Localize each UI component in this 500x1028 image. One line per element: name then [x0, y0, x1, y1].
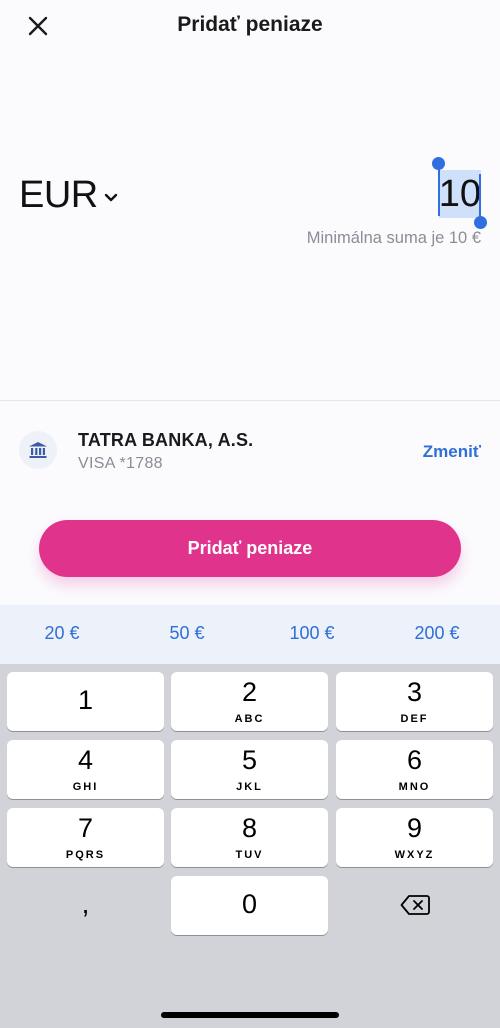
- key-comma[interactable]: ,: [7, 876, 164, 935]
- quick-amount-20[interactable]: 20 €: [22, 623, 102, 644]
- key-7[interactable]: 7 PQRS: [7, 808, 164, 867]
- payment-method-row: TATRA BANKA, A.S. VISA *1788 Zmeniť: [0, 401, 500, 501]
- minimum-amount-note: Minimálna suma je 10 €: [306, 229, 481, 247]
- change-payment-method-link[interactable]: Zmeniť: [423, 442, 481, 462]
- header: Pridať peniaze: [0, 0, 500, 52]
- amount-field[interactable]: [432, 157, 487, 229]
- key-8[interactable]: 8 TUV: [171, 808, 328, 867]
- currency-selector[interactable]: EUR: [19, 174, 118, 217]
- currency-code: EUR: [19, 174, 98, 216]
- key-3[interactable]: 3 DEF: [336, 672, 493, 731]
- home-indicator[interactable]: [161, 1012, 339, 1018]
- bank-icon-badge: [19, 431, 57, 469]
- key-4[interactable]: 4 GHI: [7, 740, 164, 799]
- key-2[interactable]: 2 ABC: [171, 672, 328, 731]
- key-9[interactable]: 9 WXYZ: [336, 808, 493, 867]
- quick-amount-50[interactable]: 50 €: [147, 623, 227, 644]
- numeric-keyboard: 1 2 ABC 3 DEF 4 GHI 5 JKL 6 MNO 7 PQRS 8…: [0, 664, 500, 1028]
- amount-input[interactable]: [437, 170, 481, 218]
- bank-name: TATRA BANKA, A.S.: [78, 430, 254, 450]
- key-6[interactable]: 6 MNO: [336, 740, 493, 799]
- add-money-button[interactable]: Pridať peniaze: [39, 520, 461, 577]
- page-title: Pridať peniaze: [177, 13, 323, 36]
- quick-amount-100[interactable]: 100 €: [272, 623, 352, 644]
- quick-amount-bar: 20 € 50 € 100 € 200 €: [0, 605, 500, 664]
- key-delete[interactable]: [336, 876, 493, 935]
- selection-start-handle[interactable]: [432, 157, 445, 170]
- key-5[interactable]: 5 JKL: [171, 740, 328, 799]
- bank-icon: [29, 442, 47, 458]
- backspace-icon: [400, 895, 430, 915]
- selection-end-line: [479, 174, 481, 222]
- selection-end-handle[interactable]: [474, 216, 487, 229]
- key-1[interactable]: 1: [7, 672, 164, 731]
- key-0[interactable]: 0: [171, 876, 328, 935]
- chevron-down-icon: [104, 193, 117, 201]
- selection-start-line: [438, 166, 440, 216]
- card-number: VISA *1788: [78, 455, 163, 472]
- quick-amount-200[interactable]: 200 €: [397, 623, 477, 644]
